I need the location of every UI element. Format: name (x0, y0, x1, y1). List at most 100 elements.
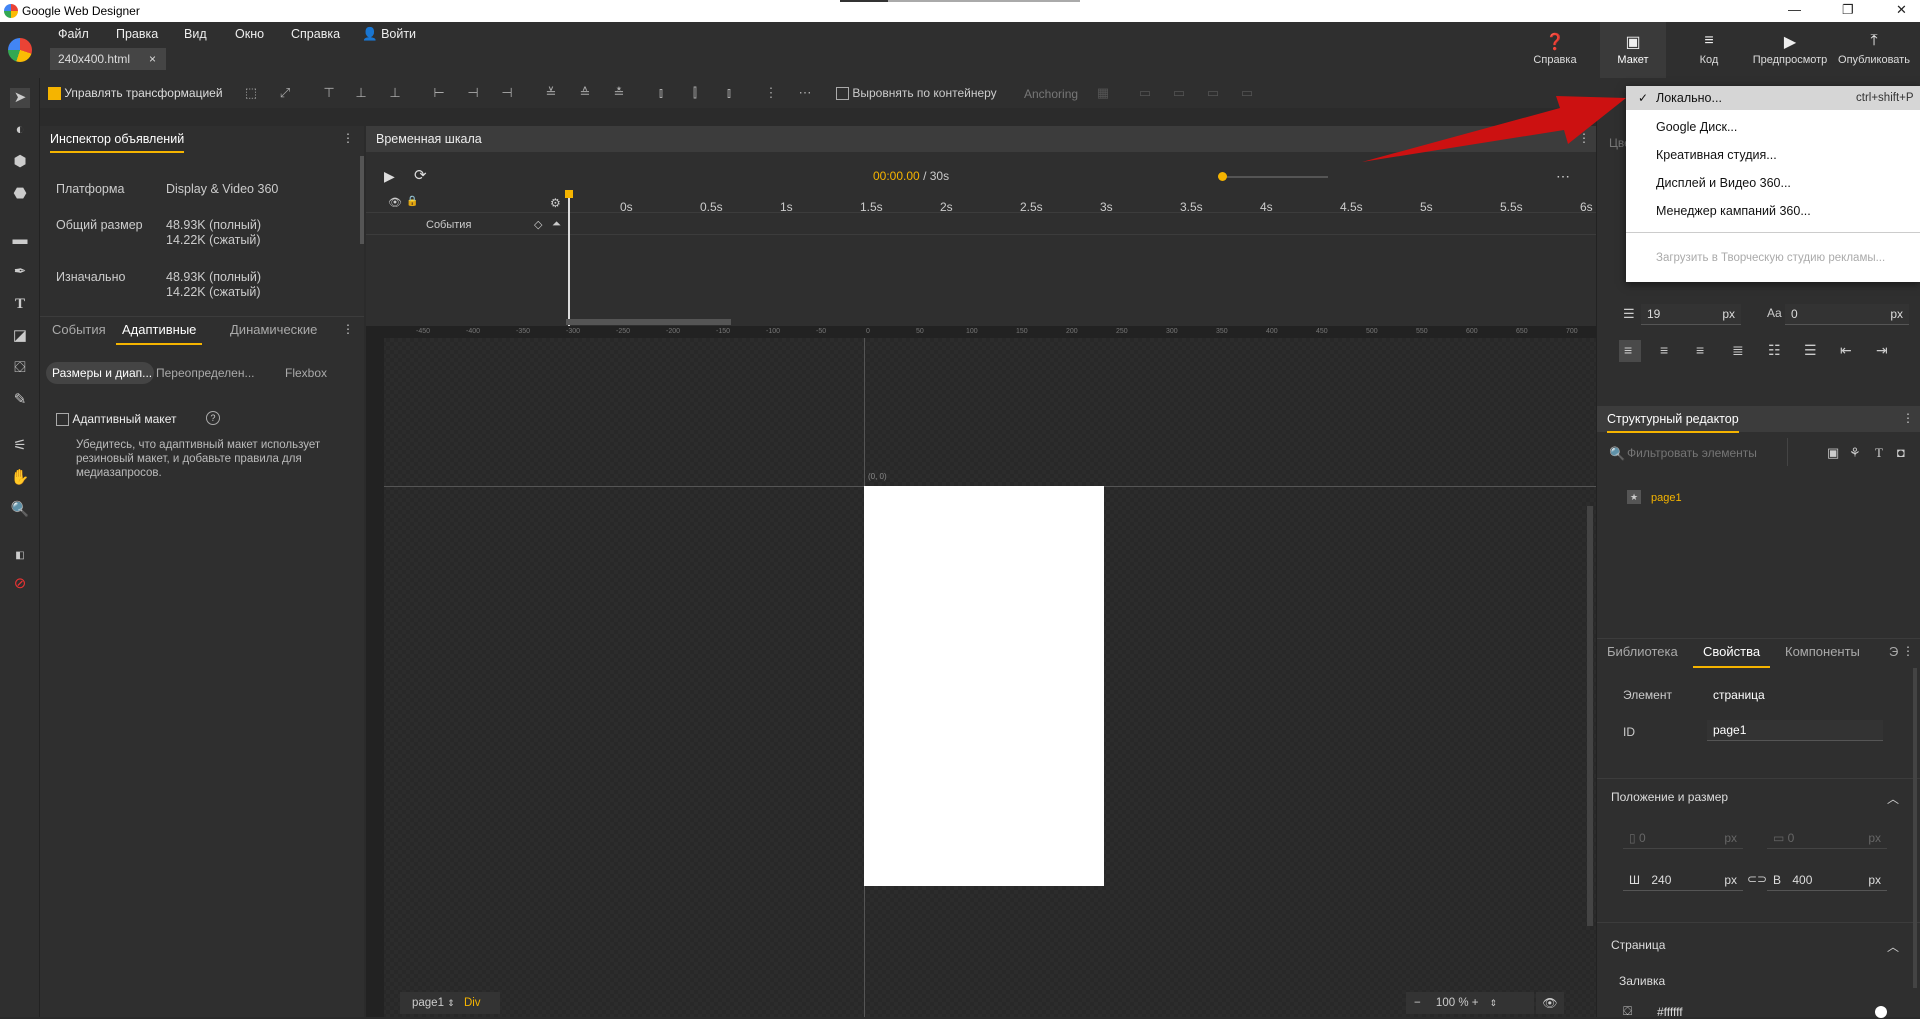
shape-filter-icon[interactable]: ◘ (1897, 445, 1905, 460)
element-breadcrumb[interactable]: page1 ⇕ Div (400, 992, 500, 1014)
maximize-icon[interactable]: ❐ (1842, 2, 1854, 18)
more-icon[interactable]: ⋯ (1556, 168, 1570, 185)
checkbox-icon[interactable] (48, 87, 61, 101)
y-input[interactable]: ▭ 0 px (1767, 828, 1887, 849)
align-center-text-icon[interactable]: ≡ (1660, 342, 1668, 358)
subtab-sizes[interactable]: Размеры и диап... (46, 362, 154, 384)
zoom-in-icon[interactable]: + (1472, 997, 1479, 1009)
manage-transform-toggle[interactable]: Управлять трансформацией (48, 86, 223, 101)
distribute-bottom-icon[interactable]: ≛ (612, 86, 626, 100)
zoom-control[interactable]: − 100 % + ⇕ (1406, 992, 1534, 1014)
filter-elements-input[interactable] (1627, 442, 1777, 464)
indent-icon[interactable]: ⇥ (1876, 342, 1888, 359)
zoom-slider[interactable] (1218, 176, 1328, 178)
zoom-value[interactable]: 100 (1436, 997, 1455, 1009)
tab-adaptive[interactable]: Адаптивные (116, 322, 203, 345)
align-container-toggle[interactable]: Выровнять по контейнеру (836, 86, 997, 101)
distribute-center-icon[interactable]: ⫿ (688, 86, 702, 100)
settings-gear-icon[interactable]: ⚙ (550, 196, 561, 210)
eyedropper-icon[interactable]: ✎ (10, 390, 30, 410)
align-left-text-icon[interactable]: ≡ (1624, 342, 1632, 358)
bullet-list-icon[interactable]: ☰ (1804, 342, 1817, 359)
space-vertical-icon[interactable]: ⋮ (764, 86, 778, 100)
subtab-flexbox[interactable]: Flexbox (285, 366, 327, 380)
align-center-icon[interactable]: ⊣ (466, 86, 480, 100)
wrap-icon[interactable]: ▭ (1206, 86, 1220, 100)
tree-item-page1[interactable]: page1 (1651, 492, 1682, 504)
text-tool-icon[interactable]: T (10, 294, 30, 314)
align-right-icon[interactable]: ⊣ (500, 86, 514, 100)
lock-icon[interactable]: 🔒 (406, 196, 418, 207)
playhead-handle[interactable] (565, 190, 573, 198)
menu-view[interactable]: Вид (184, 27, 207, 41)
help-button[interactable]: ❓ Справка (1530, 32, 1580, 66)
menu-file[interactable]: Файл (58, 27, 89, 41)
shape-tool-icon[interactable]: ◪ (10, 326, 30, 346)
tab-more[interactable]: Э (1889, 644, 1898, 659)
close-tab-icon[interactable]: × (149, 52, 156, 66)
play-icon[interactable]: ▶ (384, 168, 395, 185)
numbered-list-icon[interactable]: ☷ (1768, 342, 1781, 359)
publish-local-item[interactable]: Локально... (1656, 91, 1722, 105)
align-right-text-icon[interactable]: ≡ (1696, 342, 1704, 358)
outdent-icon[interactable]: ⇤ (1840, 342, 1852, 359)
scrollbar[interactable] (360, 156, 364, 244)
adaptive-layout-toggle[interactable]: Адаптивный макет (56, 412, 176, 427)
minimize-icon[interactable]: — (1788, 2, 1801, 17)
id-input[interactable]: page1 (1707, 720, 1883, 741)
zoom-stepper-icon[interactable]: ⇕ (1490, 998, 1498, 1008)
space-horizontal-icon[interactable]: ⋯ (798, 86, 812, 100)
align-middle-icon[interactable]: ⊥ (354, 86, 368, 100)
collapse-icon[interactable]: ︿ (1887, 938, 1899, 955)
layout-button[interactable]: ▣ Макет (1604, 32, 1662, 66)
signin-button[interactable]: 👤 Войти (362, 27, 416, 42)
subtab-overrides[interactable]: Переопределен... (156, 366, 254, 380)
publish-dv360-item[interactable]: Дисплей и Видео 360... (1656, 176, 1791, 190)
code-button[interactable]: ≡ Код (1680, 32, 1738, 66)
distribute-top-icon[interactable]: ≚ (544, 86, 558, 100)
tab-events[interactable]: События (52, 322, 106, 337)
zoom-slider-handle[interactable] (1218, 172, 1227, 181)
no-fill-icon[interactable]: ⊘ (10, 574, 30, 594)
group-icon[interactable]: ▭ (1138, 86, 1152, 100)
stamp-icon[interactable]: ⚟ (10, 436, 30, 456)
panel-menu-icon[interactable]: ⋮ (1902, 411, 1914, 425)
checkbox-icon[interactable] (836, 87, 849, 101)
menu-edit[interactable]: Правка (116, 27, 158, 41)
text-filter-icon[interactable]: T (1875, 445, 1883, 461)
fill-tool-icon[interactable]: ⛋ (10, 358, 30, 378)
canvas-scrollbar[interactable] (1587, 506, 1593, 926)
3d-translation-icon[interactable]: ⬢ (10, 152, 30, 172)
preview-button[interactable]: ▶ Предпросмотр (1748, 32, 1832, 66)
letter-spacing-input[interactable]: 0 px (1785, 304, 1909, 325)
hand-tool-icon[interactable]: ✋ (10, 468, 30, 488)
publish-google-drive-item[interactable]: Google Диск... (1656, 120, 1737, 134)
3d-object-icon[interactable]: ⬣ (10, 184, 30, 204)
scale-icon[interactable]: ⤢ (278, 86, 292, 100)
help-icon[interactable]: ? (206, 411, 220, 425)
distribute-right-icon[interactable]: ⫾ (722, 86, 736, 100)
collapse-icon[interactable]: ︿ (1887, 790, 1899, 807)
timeline-scrollbar[interactable] (566, 319, 731, 325)
panel-menu-icon[interactable]: ⋮ (342, 131, 354, 145)
x-input[interactable]: ▯ 0 px (1623, 828, 1743, 849)
select-tool-icon[interactable]: ➤ (10, 88, 30, 108)
playhead[interactable] (568, 192, 570, 326)
swap-colors-icon[interactable]: ◧ (10, 546, 30, 566)
component-filter-icon[interactable]: ⚘ (1849, 445, 1861, 461)
unwrap-icon[interactable]: ▭ (1240, 86, 1254, 100)
menu-help[interactable]: Справка (291, 27, 340, 41)
distribute-left-icon[interactable]: ⫾ (654, 86, 668, 100)
fill-swatch[interactable] (1875, 1006, 1887, 1018)
add-event-icon[interactable]: ⏶ (552, 218, 561, 231)
tab-library[interactable]: Библиотека (1607, 644, 1678, 659)
panel-menu-icon[interactable]: ⋮ (342, 322, 354, 336)
menu-window[interactable]: Окно (235, 27, 264, 41)
zoom-tool-icon[interactable]: 🔍 (10, 500, 30, 520)
visibility-icon[interactable]: 👁 (1536, 992, 1564, 1014)
distribute-middle-icon[interactable]: ≙ (578, 86, 592, 100)
tab-properties[interactable]: Свойства (1693, 644, 1771, 668)
page1-canvas[interactable] (864, 486, 1104, 886)
image-filter-icon[interactable]: ▣ (1827, 445, 1839, 461)
publish-creative-studio-item[interactable]: Креативная студия... (1656, 148, 1777, 162)
